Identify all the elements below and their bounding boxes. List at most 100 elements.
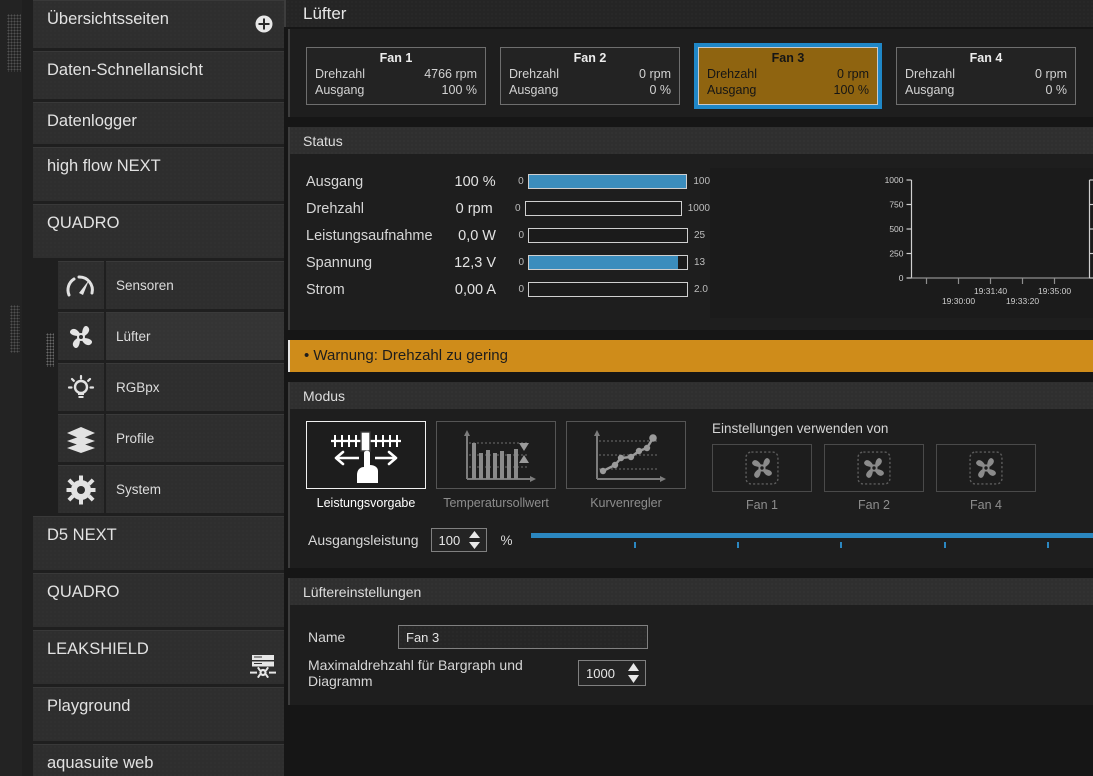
status-value: 12,3 V xyxy=(454,254,496,271)
gauge-icon xyxy=(58,261,104,309)
main-content: Lüfter Fan 1 Drehzahl 4766 rpm Ausgang 1… xyxy=(284,0,1093,776)
warning-banner: • Warnung: Drehzahl zu gering xyxy=(288,340,1093,372)
chart-ytick-left: 750 xyxy=(889,200,903,210)
use-settings-from-fan-1[interactable]: Fan 1 xyxy=(712,444,812,512)
use-settings-from-row: Fan 1 Fan 2 Fan 4 xyxy=(712,444,1036,512)
sidebar-item-label: System xyxy=(106,465,284,513)
fan-card-speed-value: 0 rpm xyxy=(1035,67,1067,81)
sidebar-item-luefter[interactable]: Lüfter xyxy=(58,312,284,360)
sidebar-item-quadro[interactable]: QUADRO xyxy=(33,204,284,258)
fan-cards-panel: Fan 1 Drehzahl 4766 rpm Ausgang 100 % Fa… xyxy=(288,29,1093,117)
fan-card-4[interactable]: Fan 4 Drehzahl 0 rpm Ausgang 0 % xyxy=(896,47,1076,105)
status-bargraph xyxy=(524,201,682,216)
max-rpm-label: Maximaldrehzahl für Bargraph und Diagram… xyxy=(308,657,523,689)
output-power-label: Ausgangsleistung xyxy=(308,532,419,548)
drag-grip-top[interactable] xyxy=(7,14,21,72)
sidebar-item-label: high flow NEXT xyxy=(47,157,161,175)
use-settings-from-fan-4[interactable]: Fan 4 xyxy=(936,444,1036,512)
fan-card-output-row: Ausgang 100 % xyxy=(315,82,477,98)
chart-xtick: 19:35:00 xyxy=(1038,286,1071,296)
output-power-stepper[interactable]: 100 xyxy=(430,528,487,552)
stepper-arrows[interactable] xyxy=(627,662,640,684)
fan-icon xyxy=(969,451,1003,485)
fan-card-speed-value: 0 rpm xyxy=(837,67,869,81)
fan-card-speed-label: Drehzahl xyxy=(905,67,956,81)
mode-kurvenregler[interactable]: Kurvenregler xyxy=(566,421,686,512)
sidebar-item-d5-next[interactable]: D5 NEXT xyxy=(33,516,284,570)
chart-ytick-left: 0 xyxy=(899,273,904,283)
sidebar-item-label: Sensoren xyxy=(106,261,284,309)
mode-leistungsvorgabe[interactable]: Leistungsvorgabe xyxy=(306,421,426,512)
max-rpm-stepper[interactable]: 1000 xyxy=(578,660,646,686)
sidebar-item-leakshield[interactable]: LEAKSHIELD xyxy=(33,630,284,684)
chart-xtick: 19:33:20 xyxy=(1006,296,1039,306)
fan-card-speed-row: Drehzahl 0 rpm xyxy=(509,66,671,82)
sidebar-item-sensoren[interactable]: Sensoren xyxy=(58,261,284,309)
status-value: 0,0 W xyxy=(458,227,496,244)
status-value: 100 % xyxy=(454,173,496,190)
fan-card-speed-row: Drehzahl 0 rpm xyxy=(707,66,869,82)
fan-name-input[interactable]: Fan 3 xyxy=(398,625,648,649)
sidebar-item-profile[interactable]: Profile xyxy=(58,414,284,462)
sidebar: Übersichtsseiten Daten-Schnellansicht Da… xyxy=(22,0,284,776)
sidebar-item-high-flow-next[interactable]: high flow NEXT xyxy=(33,147,284,201)
fan-name-row: Name Fan 3 xyxy=(308,619,1093,655)
fan-card-speed-value: 4766 rpm xyxy=(424,67,477,81)
fan-card-output-value: 0 % xyxy=(649,83,671,97)
sidebar-item-uebersichtsseiten[interactable]: Übersichtsseiten xyxy=(33,0,284,48)
fan-card-speed-label: Drehzahl xyxy=(315,67,366,81)
sidebar-item-quadro-2[interactable]: QUADRO xyxy=(33,573,284,627)
fan-card-2[interactable]: Fan 2 Drehzahl 0 rpm Ausgang 0 % xyxy=(500,47,680,105)
sidebar-item-label: QUADRO xyxy=(47,214,120,232)
plus-circle-icon[interactable] xyxy=(254,14,274,34)
layers-icon xyxy=(58,414,104,462)
output-power-value: 100 xyxy=(438,532,461,548)
status-label: Strom xyxy=(306,281,345,298)
sidebar-item-system[interactable]: System xyxy=(58,465,284,513)
chart-xtick: 19:31:40 xyxy=(974,286,1007,296)
bulb-icon xyxy=(58,363,104,411)
output-power-slider[interactable] xyxy=(530,529,1093,551)
stepper-arrows[interactable] xyxy=(468,530,481,550)
fan-card-output-row: Ausgang 0 % xyxy=(905,82,1067,98)
page-title: Lüfter xyxy=(303,3,347,23)
mode-label: Leistungsvorgabe xyxy=(316,496,416,510)
status-chart[interactable]: 1000 750 500 250 0 19:30:00 19:31:40 19:… xyxy=(710,168,1093,318)
use-settings-from-fan-2[interactable]: Fan 2 xyxy=(824,444,924,512)
bar-target-icon xyxy=(464,430,536,482)
mode-temperatursollwert[interactable]: Temperatursollwert xyxy=(436,421,556,512)
fan-settings-panel-header: Lüftereinstellungen xyxy=(290,578,1093,605)
fan-card-1[interactable]: Fan 1 Drehzahl 4766 rpm Ausgang 100 % xyxy=(306,47,486,105)
use-settings-icon-box xyxy=(824,444,924,492)
mode-label: Temperatursollwert xyxy=(443,496,549,510)
fan-card-name: Fan 3 xyxy=(771,51,805,65)
device-nav-grip[interactable] xyxy=(46,333,54,367)
sidebar-item-daten-schnellansicht[interactable]: Daten-Schnellansicht xyxy=(33,51,284,99)
sidebar-item-playground[interactable]: Playground xyxy=(33,687,284,741)
use-settings-label: Fan 4 xyxy=(970,498,1002,512)
fan-card-output-label: Ausgang xyxy=(707,83,757,97)
status-value: 0 rpm xyxy=(455,200,493,217)
fan-icon xyxy=(745,451,779,485)
status-row-ausgang: Ausgang 100 % 0 100 xyxy=(306,168,710,195)
sidebar-item-label: QUADRO xyxy=(47,583,120,601)
use-settings-icon-box xyxy=(936,444,1036,492)
sidebar-item-label: Playground xyxy=(47,697,131,715)
sidebar-item-rgbpx[interactable]: RGBpx xyxy=(58,363,284,411)
fan-card-3-selection[interactable]: Fan 3 Drehzahl 0 rpm Ausgang 100 % xyxy=(694,43,882,109)
fan-card-speed-row: Drehzahl 0 rpm xyxy=(905,66,1067,82)
status-panel-header: Status xyxy=(290,127,1093,154)
sidebar-item-aquasuite-web[interactable]: aquasuite web xyxy=(33,744,284,776)
max-rpm-row: Maximaldrehzahl für Bargraph und Diagram… xyxy=(308,655,1093,691)
page-title-bar: Lüfter xyxy=(284,0,1093,27)
fan-settings-panel-title: Lüftereinstellungen xyxy=(303,583,422,600)
fan-card-3[interactable]: Fan 3 Drehzahl 0 rpm Ausgang 100 % xyxy=(698,47,878,105)
content-scroll: Fan 1 Drehzahl 4766 rpm Ausgang 100 % Fa… xyxy=(284,29,1093,776)
status-row-spannung: Spannung 12,3 V 0 13 xyxy=(306,249,710,276)
drag-grip-mid[interactable] xyxy=(10,305,20,353)
chart-ytick-left: 1000 xyxy=(885,175,904,185)
fan-card-output-value: 100 % xyxy=(441,83,477,97)
sidebar-item-datenlogger[interactable]: Datenlogger xyxy=(33,102,284,144)
sidebar-item-label: Daten-Schnellansicht xyxy=(47,61,203,79)
status-bargraph xyxy=(528,228,688,243)
